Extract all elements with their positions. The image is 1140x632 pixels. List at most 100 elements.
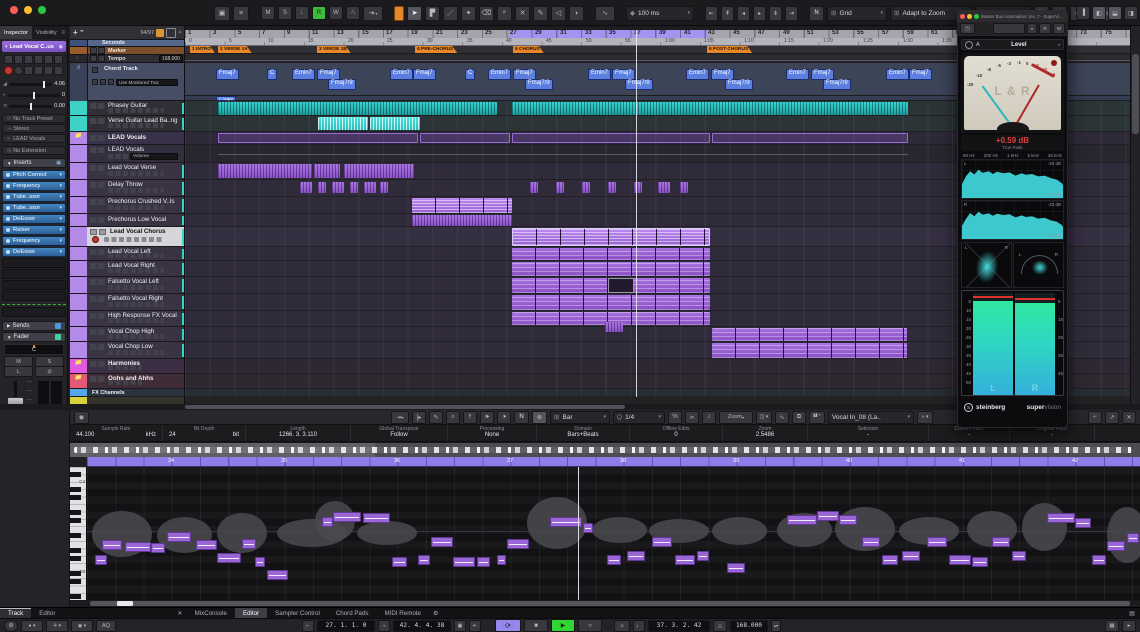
pitch-segment[interactable] <box>1047 513 1075 523</box>
marker-event[interactable]: 3 VERSE 1B <box>317 46 351 53</box>
mute-solo-buttons[interactable] <box>90 182 105 188</box>
tempo-track-header[interactable]: ♩ Tempo 168.000 <box>70 55 185 63</box>
track-preset-row[interactable]: ⟳No Track Preset <box>2 114 66 123</box>
chord-event[interactable]: Fmaj7/9 <box>625 79 653 90</box>
audio-event[interactable] <box>350 182 358 193</box>
chord-event[interactable]: Emin7 <box>588 69 611 80</box>
zone-tab-editor[interactable]: Editor <box>31 608 63 618</box>
zoom-icon[interactable] <box>974 14 979 19</box>
mute-solo-buttons[interactable] <box>90 118 105 124</box>
pitch-segment[interactable] <box>817 511 839 521</box>
track-row-selected[interactable]: Lead Vocal Chorus <box>70 227 185 247</box>
record-button[interactable]: ○ <box>578 619 602 632</box>
pitch-segment[interactable] <box>167 532 191 542</box>
timebase-button[interactable] <box>24 66 33 75</box>
precount-icon[interactable]: ◉ <box>614 620 630 632</box>
pitch-segment[interactable] <box>927 537 947 547</box>
arrangement-vscrollbar[interactable] <box>1130 26 1140 404</box>
marker-event[interactable]: 4 PRE-CHORUS <box>415 46 457 53</box>
module-menu-icon[interactable]: ▾ <box>1058 42 1060 47</box>
pitch-segment[interactable] <box>392 557 407 567</box>
mute-solo-buttons[interactable] <box>90 147 105 153</box>
fader-section-header[interactable]: ▼Fader <box>2 332 66 342</box>
chord-event[interactable]: Fmaj7/9 <box>525 79 553 90</box>
mute-tool[interactable]: ✕ <box>515 6 530 21</box>
draw-tool-icon[interactable]: ✎ <box>429 411 443 424</box>
chord-event[interactable]: C <box>267 69 277 80</box>
audio-event[interactable] <box>512 248 710 260</box>
nudge-right-icon[interactable]: ⇥ <box>785 6 798 21</box>
module-select[interactable]: Level <box>1011 42 1026 48</box>
write-icon[interactable]: W <box>1053 23 1065 34</box>
vscroll-thumb[interactable] <box>1132 54 1139 134</box>
insert-slot[interactable]: Frequency▾ <box>2 181 66 191</box>
variaudio-canvas[interactable] <box>87 467 1140 600</box>
close-lower-zone-icon[interactable]: ✕ <box>1122 411 1136 424</box>
pitch-segment[interactable] <box>839 515 857 525</box>
piano-keyboard[interactable]: C4 C3 <box>70 467 87 600</box>
editor-overview[interactable] <box>70 443 1140 457</box>
punch-mode-combo[interactable]: ✛ ▾ <box>46 620 68 632</box>
insert-slot[interactable]: Tube..ssor▾ <box>2 203 66 213</box>
folder-part[interactable] <box>712 133 908 143</box>
ext-icon2[interactable]: ∿ <box>775 411 789 424</box>
write-button[interactable] <box>34 55 43 64</box>
sends-section-header[interactable]: ▶Sends <box>2 321 66 331</box>
insert-slot-empty[interactable] <box>2 258 66 268</box>
quantize-panel-icon2[interactable]: ⋗ <box>685 411 699 424</box>
audio-event[interactable] <box>512 295 710 310</box>
track-mini-controls[interactable] <box>108 205 164 210</box>
minimize-icon[interactable] <box>967 14 972 19</box>
audio-event-muted[interactable] <box>608 278 634 293</box>
pitch-segment[interactable] <box>95 555 107 565</box>
pitch-segment[interactable] <box>972 557 988 567</box>
pane-tab-midiremote[interactable]: MIDI Remote <box>377 608 429 618</box>
audio-icon[interactable]: ♪ <box>702 411 716 424</box>
editor-grid-combo[interactable]: ⊞Bar▾ <box>550 411 610 424</box>
audio-quantize-button[interactable]: AQ <box>96 620 116 632</box>
marker-event[interactable]: 5 CHORUS <box>513 46 544 53</box>
track-row[interactable]: Falsetto Vocal Right <box>70 294 185 311</box>
range-select-tool[interactable]: ▛ <box>425 6 440 21</box>
solo-button[interactable] <box>14 55 23 64</box>
record-enable-button[interactable] <box>4 66 13 75</box>
chord-event[interactable]: Fmaj7 <box>909 69 932 80</box>
editor-quantize-combo[interactable]: Q1/4▾ <box>613 411 665 424</box>
lock-icon[interactable] <box>156 29 164 37</box>
chord-event[interactable]: Emin7 <box>886 69 909 80</box>
pitch-segment[interactable] <box>727 563 745 573</box>
close-icon[interactable] <box>10 6 18 14</box>
tempo-spin-icon[interactable]: ▴▾ <box>771 620 781 632</box>
lane-button[interactable] <box>44 66 53 75</box>
zoom-tool-icon[interactable]: ⌕ <box>446 411 460 424</box>
pitch-segment[interactable] <box>862 537 880 547</box>
zoom-tool[interactable]: ⌕ <box>497 6 512 21</box>
chord-event[interactable]: Fmaj7 <box>413 69 436 80</box>
read-button[interactable] <box>24 55 33 64</box>
folder-part[interactable] <box>218 133 418 143</box>
folder-track-row[interactable]: 📁 LEAD Vocals <box>70 132 185 145</box>
insert-slot[interactable]: DeEsser▾ <box>2 247 66 257</box>
audio-event[interactable] <box>300 182 312 193</box>
track-mini-controls[interactable] <box>108 365 142 370</box>
pitch-segment[interactable] <box>322 517 333 527</box>
chord-event[interactable]: Fmaj7/9 <box>823 79 851 90</box>
pitch-segment[interactable] <box>697 551 709 561</box>
track-row[interactable]: Lead Vocal Verse <box>70 163 185 180</box>
pane-settings-icon[interactable]: ⚙ <box>429 608 443 618</box>
mute-solo-buttons[interactable] <box>90 103 105 109</box>
pitch-segment[interactable] <box>151 543 165 553</box>
editor-zoom-handle[interactable] <box>117 601 133 606</box>
info-cell[interactable]: Domain Bars+Beats <box>537 425 630 441</box>
audio-event[interactable] <box>412 215 512 226</box>
pitch-segment[interactable] <box>453 557 475 567</box>
color-tool[interactable]: ◗ <box>569 6 584 21</box>
ext-icon3[interactable]: ⧉ <box>792 411 806 424</box>
marker-event[interactable]: 6 POST-CHORUS <box>707 46 752 53</box>
insert-slot[interactable]: Frequency▾ <box>2 236 66 246</box>
marker-event[interactable]: 2 VERSE 1A <box>218 46 252 53</box>
track-row[interactable]: Prechorus Low Vocal <box>70 214 185 227</box>
pitch-segment[interactable] <box>787 515 817 525</box>
pitch-segment[interactable] <box>675 555 695 565</box>
zoom-menu-icon[interactable]: Zoom ▾ <box>719 411 753 424</box>
